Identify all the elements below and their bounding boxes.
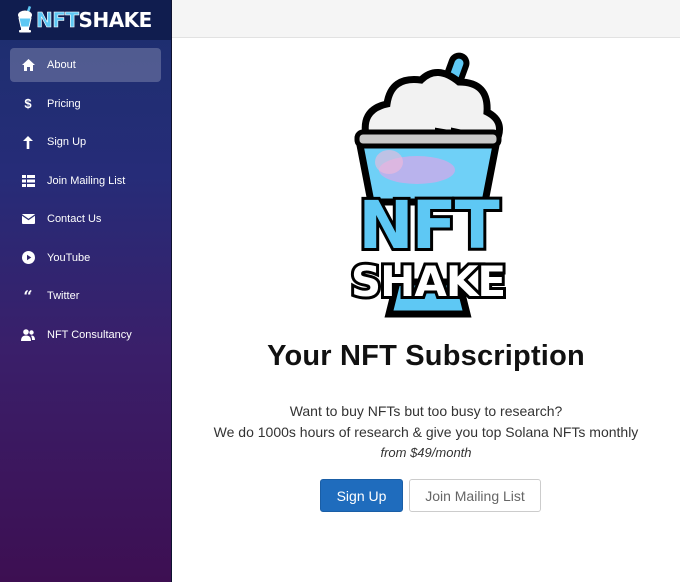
sidebar-item-label: YouTube [47, 251, 91, 264]
sidebar-item-label: NFT Consultancy [47, 328, 132, 341]
logo-text-shake: SHAKE [351, 257, 505, 306]
nft-shake-logo: NFT SHAKE [348, 52, 509, 318]
sidebar-nav: About $ Pricing Sign Up Join Mailing Lis… [0, 40, 171, 352]
list-icon [20, 173, 36, 189]
sidebar-item-twitter[interactable]: “ Twitter [10, 279, 161, 313]
dollar-icon: $ [24, 96, 32, 111]
users-icon [20, 327, 36, 343]
arrow-up-icon [20, 134, 36, 150]
play-circle-icon [20, 250, 36, 266]
sidebar-item-label: Join Mailing List [47, 174, 126, 187]
home-icon [20, 57, 36, 73]
price-text: from $49/month [380, 445, 472, 460]
sign-up-button[interactable]: Sign Up [320, 479, 403, 512]
sidebar-item-pricing[interactable]: $ Pricing [10, 87, 161, 121]
brand-name-shake: SHAKE [78, 8, 153, 32]
sidebar-item-sign-up[interactable]: Sign Up [10, 125, 161, 159]
milkshake-icon [18, 6, 32, 33]
page-title: Your NFT Subscription [267, 340, 585, 372]
tagline-line-2: We do 1000s hours of research & give you… [213, 424, 639, 440]
sidebar-item-youtube[interactable]: YouTube [10, 241, 161, 275]
sidebar-item-label: Twitter [47, 290, 80, 302]
sidebar-item-label: About [47, 59, 76, 71]
join-mailing-list-button[interactable]: Join Mailing List [409, 479, 541, 512]
sidebar-item-label: Sign Up [47, 136, 87, 148]
sidebar-item-nft-consultancy[interactable]: NFT Consultancy [10, 318, 161, 352]
sidebar-item-contact-us[interactable]: Contact Us [10, 202, 161, 236]
brand-name-nft: NFT [36, 8, 80, 33]
envelope-icon [20, 211, 36, 227]
sidebar-item-label: Pricing [47, 97, 81, 110]
main-content: NFT SHAKE Your NFT Subscription Want to … [172, 38, 680, 582]
brand-logo[interactable]: NFT SHAKE [0, 0, 171, 40]
quote-icon: “ [23, 286, 33, 306]
logo-text-nft: NFT [358, 187, 499, 264]
sidebar-item-mailing-list[interactable]: Join Mailing List [10, 164, 161, 198]
top-bar [172, 0, 680, 38]
tagline-line-1: Want to buy NFTs but too busy to researc… [289, 403, 563, 419]
sidebar-item-about[interactable]: About [10, 48, 161, 82]
sidebar: NFT SHAKE About $ Pricing Sign Up Join M… [0, 0, 172, 582]
sidebar-item-label: Contact Us [47, 213, 102, 225]
